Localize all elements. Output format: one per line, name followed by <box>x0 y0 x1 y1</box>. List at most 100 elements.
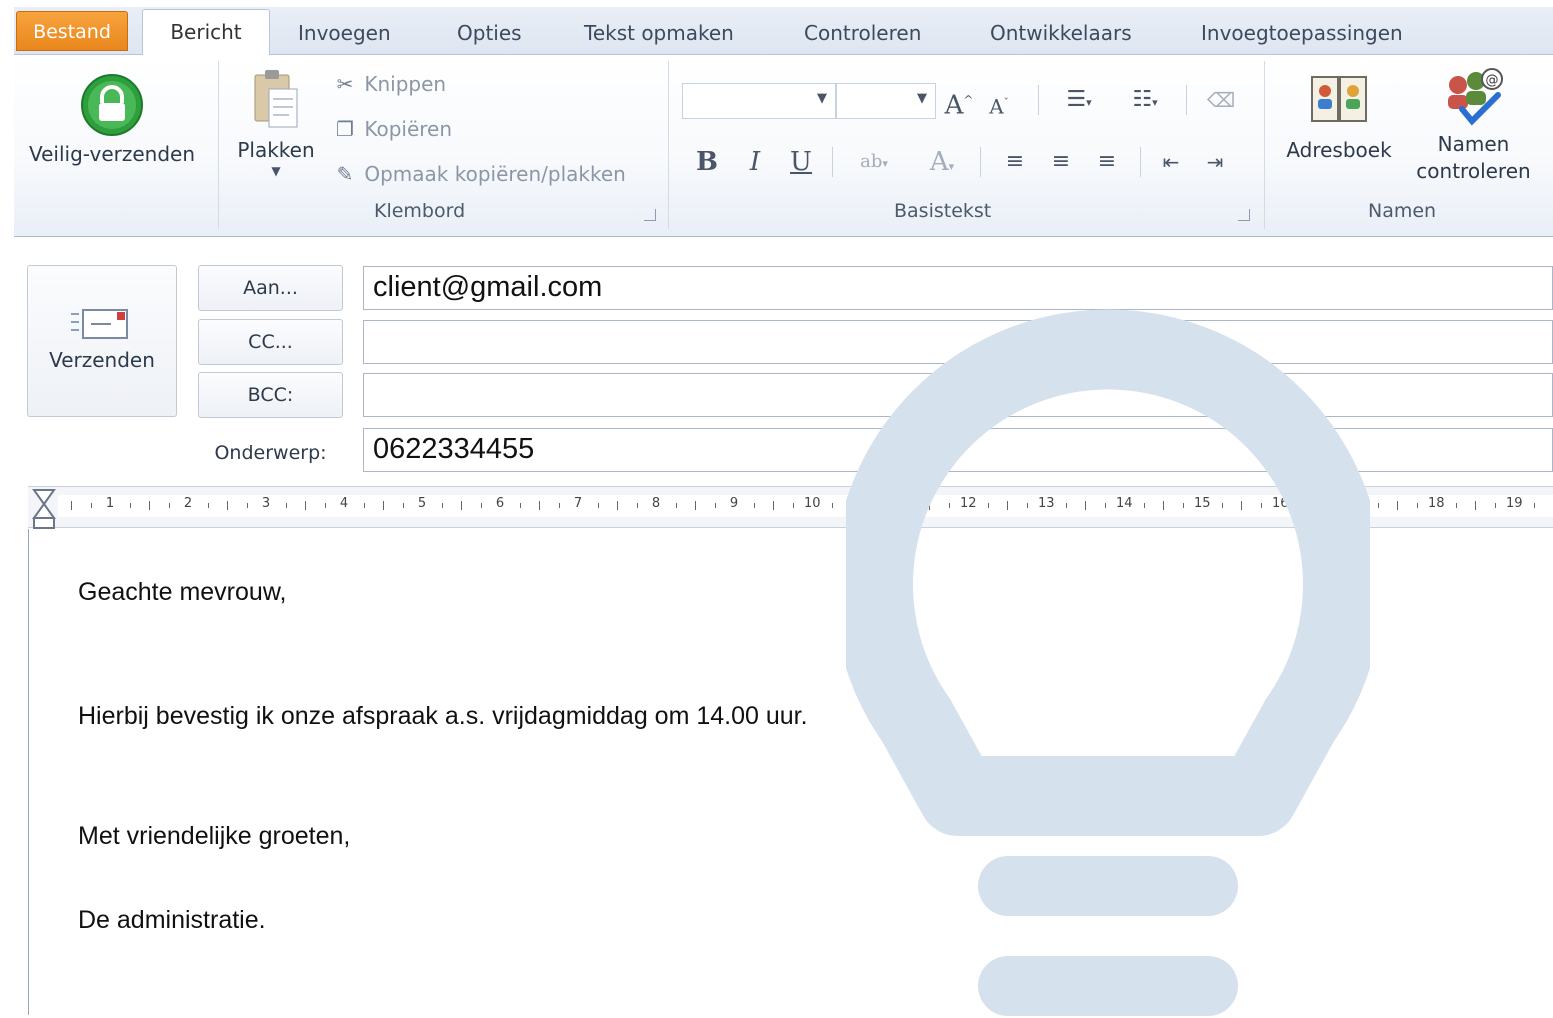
send-button[interactable]: Verzenden <box>27 265 177 417</box>
paste-label: Plakken <box>237 138 315 162</box>
bold-button[interactable]: B <box>692 147 722 177</box>
ruler-tick <box>1338 503 1340 508</box>
basic-text-launcher[interactable] <box>1238 209 1250 221</box>
grow-font-button[interactable]: A^ <box>944 85 974 121</box>
subject-label: Onderwerp: <box>214 442 327 464</box>
check-names-label-line2: controleren <box>1416 159 1531 183</box>
cut-button[interactable]: ✂ Knippen <box>332 68 446 100</box>
to-field[interactable]: client@gmail.com <box>363 266 1553 310</box>
separator <box>1140 147 1141 177</box>
ruler-number: 9 <box>729 496 739 511</box>
shrink-font-button[interactable]: Aˇ <box>984 89 1014 122</box>
underline-button[interactable]: U <box>786 147 816 177</box>
body-greeting: Geachte mevrouw, <box>78 578 287 606</box>
check-names-button[interactable]: @ Namen controleren <box>1406 65 1541 185</box>
tab-bericht[interactable]: Bericht <box>142 9 270 57</box>
font-size-combo[interactable]: ▼ <box>836 83 936 119</box>
indent-marker[interactable] <box>32 488 58 530</box>
ruler-tick <box>1533 503 1535 508</box>
ruler-number: 6 <box>495 496 505 511</box>
paste-button[interactable]: Plakken ▼ <box>228 67 324 178</box>
envelope-icon <box>71 309 128 339</box>
secure-send-button[interactable]: Veilig-verzenden <box>14 73 210 168</box>
ruler-tick <box>402 503 404 508</box>
send-label: Verzenden <box>49 348 155 372</box>
bcc-field[interactable] <box>363 373 1553 417</box>
address-book-button[interactable]: Adresboek <box>1272 69 1406 164</box>
highlight-button[interactable]: ab▾ <box>844 147 904 179</box>
separator <box>1038 85 1039 115</box>
ruler-tick <box>1026 503 1028 508</box>
body-closing: Met vriendelijke groeten, <box>78 822 351 850</box>
separator <box>832 147 833 177</box>
tab-invoegen[interactable]: Invoegen <box>298 16 391 55</box>
group-label-namen: Namen <box>1368 200 1437 222</box>
ruler-tick <box>792 503 794 508</box>
bullets-button[interactable]: ☰▾ <box>1054 85 1104 118</box>
clear-formatting-button[interactable]: ⌫ <box>1204 85 1238 115</box>
increase-indent-button[interactable]: ⇥ <box>1198 147 1232 177</box>
ruler-tick <box>1416 503 1418 508</box>
ruler-tick <box>695 501 696 510</box>
ruler-tick <box>714 503 716 508</box>
separator <box>1186 85 1187 115</box>
copy-button[interactable]: ❐ Kopiëren <box>332 113 452 145</box>
ruler-tick <box>1163 501 1164 510</box>
ruler-tick <box>1065 503 1067 508</box>
svg-text:@: @ <box>1485 73 1498 88</box>
ruler-tick <box>1007 501 1008 510</box>
secure-send-label: Veilig-verzenden <box>29 142 195 166</box>
check-names-icon: @ <box>1447 68 1503 126</box>
cc-field[interactable] <box>363 320 1553 364</box>
bcc-button[interactable]: BCC: <box>198 372 343 418</box>
numbering-button[interactable]: ☷▾ <box>1120 85 1170 118</box>
ruler-tick <box>1221 503 1223 508</box>
check-names-label: Namen controleren <box>1406 131 1541 185</box>
ruler-number: 8 <box>651 496 661 511</box>
ruler-tick <box>675 503 677 508</box>
ribbon-separator <box>218 61 219 229</box>
cut-label: Knippen <box>364 72 447 96</box>
tab-controleren[interactable]: Controleren <box>804 16 921 55</box>
ruler-tick <box>71 501 72 510</box>
clipboard-launcher[interactable] <box>644 209 656 221</box>
subject-field[interactable]: 0622334455 <box>363 428 1553 472</box>
ruler-tick <box>363 503 365 508</box>
cc-button[interactable]: CC... <box>198 319 343 365</box>
ruler-number: 4 <box>339 496 349 511</box>
align-center-button[interactable]: ≡ <box>1044 147 1078 177</box>
body-line: Hierbij bevestig ik onze afspraak a.s. v… <box>78 702 808 730</box>
ruler-tick <box>461 501 462 510</box>
copy-icon: ❐ <box>336 117 354 141</box>
to-button[interactable]: Aan... <box>198 265 343 311</box>
font-name-combo[interactable]: ▼ <box>682 83 836 119</box>
align-right-button[interactable]: ≡ <box>1090 147 1124 177</box>
decrease-indent-button[interactable]: ⇤ <box>1154 147 1188 177</box>
tab-bestand[interactable]: Bestand <box>16 11 128 51</box>
tab-invoegtoepassingen[interactable]: Invoegtoepassingen <box>1201 16 1403 55</box>
ruler-tick <box>1104 503 1106 508</box>
ruler-number: 17 <box>1350 496 1367 511</box>
tab-opties[interactable]: Opties <box>457 16 522 55</box>
ruler-tick <box>519 503 521 508</box>
italic-button[interactable]: I <box>740 147 770 177</box>
check-names-label-line1: Namen <box>1437 132 1510 156</box>
align-left-button[interactable]: ≡ <box>998 147 1032 177</box>
ruler-number: 14 <box>1116 496 1133 511</box>
ruler-number: 19 <box>1506 496 1523 511</box>
separator <box>980 147 981 177</box>
tab-ontwikkelaars[interactable]: Ontwikkelaars <box>990 16 1132 55</box>
ruler-tick <box>636 503 638 508</box>
chevron-down-icon: ▼ <box>917 91 927 106</box>
ruler-tick <box>1299 503 1301 508</box>
ruler-tick <box>285 503 287 508</box>
font-color-button[interactable]: A▾ <box>914 147 970 182</box>
ruler-tick <box>149 501 150 510</box>
ruler-number: 1 <box>105 496 115 511</box>
ruler-tick <box>851 501 852 510</box>
tab-tekst-opmaken[interactable]: Tekst opmaken <box>584 16 734 55</box>
ruler-tick <box>168 503 170 508</box>
ruler-number: 13 <box>1038 496 1055 511</box>
format-painter-button[interactable]: ✎ Opmaak kopiëren/plakken <box>332 158 626 190</box>
ruler-number: 18 <box>1428 496 1445 511</box>
